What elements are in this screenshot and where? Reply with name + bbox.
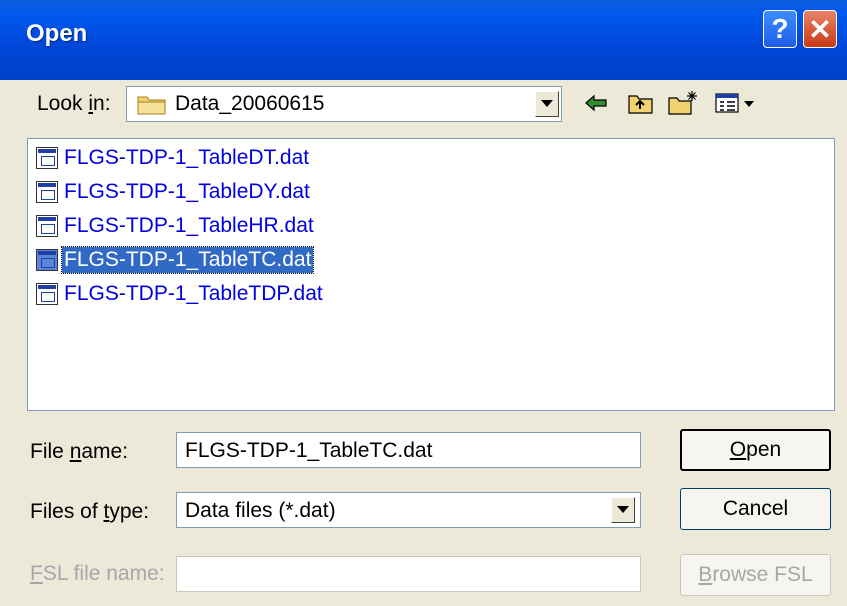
file-item[interactable]: FLGS-TDP-1_TableHR.dat: [36, 211, 316, 241]
window-title: Open: [26, 20, 88, 47]
data-file-icon: [36, 249, 58, 271]
help-icon: ?: [771, 13, 789, 44]
file-type-combo[interactable]: Data files (*.dat): [176, 492, 641, 528]
file-list[interactable]: FLGS-TDP-1_TableDT.dat FLGS-TDP-1_TableD…: [27, 138, 835, 411]
browse-fsl-button[interactable]: Browse FSL: [680, 554, 831, 596]
up-folder-icon: [628, 95, 653, 114]
view-menu-button[interactable]: [714, 88, 758, 118]
new-folder-icon: [668, 91, 697, 115]
folder-icon: [137, 96, 166, 115]
file-item-selected[interactable]: FLGS-TDP-1_TableTC.dat: [36, 245, 315, 275]
data-file-icon: [36, 215, 58, 237]
cancel-button[interactable]: Cancel: [680, 488, 831, 530]
close-button[interactable]: ✕: [803, 10, 837, 48]
back-button[interactable]: [581, 88, 611, 118]
file-item[interactable]: FLGS-TDP-1_TableDY.dat: [36, 177, 312, 207]
help-button[interactable]: ?: [763, 10, 797, 48]
back-arrow-icon: [585, 94, 607, 112]
data-file-icon: [36, 147, 58, 169]
view-menu-icon: [715, 93, 754, 113]
fsl-file-name-label: FSL file name:: [30, 562, 165, 585]
look-in-combo[interactable]: Data_20060615: [126, 86, 562, 122]
fsl-file-name-input[interactable]: [176, 556, 641, 592]
file-item[interactable]: FLGS-TDP-1_TableDT.dat: [36, 143, 311, 173]
up-folder-button[interactable]: [626, 88, 656, 118]
file-name-label: File name:: [30, 440, 129, 463]
look-in-value: Data_20060615: [175, 92, 325, 115]
file-item[interactable]: FLGS-TDP-1_TableTDP.dat: [36, 279, 325, 309]
file-type-dropdown-arrow[interactable]: [611, 497, 635, 523]
title-bar: Open ? ✕: [0, 0, 847, 80]
data-file-icon: [36, 283, 58, 305]
look-in-label: Look in:: [37, 92, 111, 115]
file-name-input[interactable]: FLGS-TDP-1_TableTC.dat: [176, 432, 641, 468]
look-in-dropdown-arrow[interactable]: [535, 91, 559, 117]
close-icon: ✕: [808, 13, 832, 45]
data-file-icon: [36, 181, 58, 203]
open-button[interactable]: Open: [680, 429, 831, 471]
file-type-label: Files of type:: [30, 500, 150, 523]
new-folder-button[interactable]: [668, 88, 698, 118]
